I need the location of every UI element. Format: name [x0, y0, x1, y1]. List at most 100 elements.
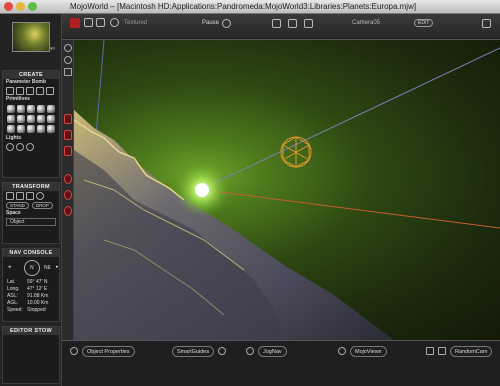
transform-section: TRANSFORM STAND DROP Space Object	[2, 182, 60, 244]
stand-drop-row: STAND DROP	[3, 201, 59, 210]
nav-row-long: Long. 47° 12' E	[3, 286, 59, 293]
cone-primitive-icon[interactable]	[27, 105, 35, 113]
select-tool-icon[interactable]	[70, 18, 80, 28]
smart-guides-button[interactable]: SmartGuides	[172, 346, 215, 357]
fly-tool-icon[interactable]	[96, 18, 105, 27]
jog-nav-button[interactable]: JogNav	[258, 346, 287, 357]
title-bar: MojoWorld – [Macintosh HD:Applications:P…	[0, 0, 500, 14]
camera-select[interactable]: Camera05	[352, 20, 380, 26]
stand-button[interactable]: STAND	[6, 202, 29, 209]
mojo-views-icon[interactable]	[338, 347, 346, 355]
camera-home-icon[interactable]	[304, 19, 313, 28]
object-properties-icon[interactable]	[70, 347, 78, 355]
wedge-primitive-icon[interactable]	[47, 115, 55, 123]
nav-console-section: NAV CONSOLE ◂ N NE ▸ Lat. 56° 47' N Long.…	[2, 248, 60, 322]
nav-console-title: NAV CONSOLE	[3, 249, 59, 257]
spot-light-icon[interactable]	[26, 143, 34, 151]
scale-tool-icon[interactable]	[26, 192, 34, 200]
render-mode-select[interactable]: Textured	[124, 20, 147, 26]
compass-n: N	[30, 265, 34, 271]
render-mode-icon[interactable]	[110, 18, 119, 27]
sun-light-object[interactable]	[195, 183, 209, 197]
lights-tools	[3, 142, 59, 152]
compass-ne: NE	[44, 265, 51, 271]
primitives-label: Primitives	[6, 96, 30, 102]
world-icon[interactable]	[64, 56, 72, 64]
pause-icon[interactable]	[222, 19, 231, 28]
rotate-tool-icon[interactable]	[16, 192, 24, 200]
move-tool-icon[interactable]	[6, 192, 14, 200]
nav-row-speed: Speed: Stopped	[3, 307, 59, 314]
close-window-button[interactable]	[4, 2, 13, 11]
tool-strip	[62, 40, 74, 340]
compass[interactable]: ◂ N NE ▸	[6, 259, 59, 277]
top-toolbar: Textured Pause Camera05 EDIT	[62, 14, 500, 40]
camera-sync-icon[interactable]	[272, 19, 281, 28]
compass-left-icon[interactable]: ◂	[8, 264, 11, 270]
3d-viewport[interactable]	[74, 40, 500, 340]
nav-key: AGL:	[7, 300, 19, 306]
compass-right-icon[interactable]: ▸	[56, 264, 59, 270]
atmosphere-m-icon[interactable]	[64, 190, 72, 200]
nav-key: Long.	[7, 286, 20, 292]
viewport-split-icon[interactable]	[438, 347, 446, 355]
transform-title: TRANSFORM	[3, 183, 59, 191]
thumbnail-menu-icon[interactable]: ▾≡	[50, 46, 55, 52]
planet-settings-icon[interactable]	[64, 146, 72, 156]
space-select[interactable]: Object	[6, 218, 56, 226]
torus-primitive-icon[interactable]	[7, 115, 15, 123]
texture-t-icon[interactable]	[64, 206, 72, 216]
preview-thumbnail[interactable]	[12, 22, 50, 52]
object-properties-button[interactable]: Object Properties	[82, 346, 135, 357]
jog-nav-icon[interactable]	[246, 347, 254, 355]
editor-stow-section[interactable]: EDITOR STOW	[2, 326, 60, 384]
primitives-grid	[3, 103, 59, 135]
bomb-tool-3-icon[interactable]	[26, 87, 34, 95]
orbit-tool-icon[interactable]	[36, 192, 44, 200]
disc-primitive-icon[interactable]	[37, 115, 45, 123]
bomb-tool-2-icon[interactable]	[16, 87, 24, 95]
cube-primitive-icon[interactable]	[17, 105, 25, 113]
pyramid-primitive-icon[interactable]	[17, 115, 25, 123]
mojo-views-button[interactable]: MojoViews	[350, 346, 387, 357]
tube-primitive-icon[interactable]	[27, 125, 35, 133]
nav-value: 56° 47' N	[27, 279, 48, 285]
nav-value: 91.88 Km	[27, 293, 49, 299]
zoom-window-button[interactable]	[28, 2, 37, 11]
bomb-tool-5-icon[interactable]	[46, 87, 54, 95]
bottom-bar: Object Properties SmartGuides JogNav Moj…	[62, 340, 500, 386]
edit-camera-button[interactable]: EDIT	[414, 19, 434, 27]
drop-button[interactable]: DROP	[31, 202, 53, 209]
nav-value: Stopped	[27, 307, 46, 313]
sphere-primitive-icon[interactable]	[7, 105, 15, 113]
nav-key: ASL:	[7, 293, 18, 299]
minimize-window-button[interactable]	[16, 2, 25, 11]
toolbar-menu-icon[interactable]	[482, 19, 491, 28]
walk-tool-icon[interactable]	[84, 18, 93, 27]
cylinder-primitive-icon[interactable]	[37, 105, 45, 113]
camera-move-icon[interactable]	[288, 19, 297, 28]
layers-icon[interactable]	[64, 68, 72, 76]
terrain-settings-icon[interactable]	[64, 130, 72, 140]
sun-light-icon[interactable]	[16, 143, 24, 151]
plane-primitive-icon[interactable]	[47, 105, 55, 113]
prism-primitive-icon[interactable]	[17, 125, 25, 133]
smart-guides-toggle-icon[interactable]	[218, 347, 226, 355]
star-primitive-icon[interactable]	[37, 125, 45, 133]
gem-primitive-icon[interactable]	[47, 125, 55, 133]
viewport-layout-icon[interactable]	[426, 347, 434, 355]
sun-settings-icon[interactable]	[64, 114, 72, 124]
bomb-tool-1-icon[interactable]	[6, 87, 14, 95]
random-cam-button[interactable]: RandomCam	[450, 346, 493, 357]
nav-row-agl: AGL: 10.00 Km	[3, 300, 59, 307]
geodesic-sphere-gizmo[interactable]	[280, 136, 312, 168]
capsule-primitive-icon[interactable]	[27, 115, 35, 123]
globe-view-icon[interactable]	[64, 44, 72, 52]
ring-primitive-icon[interactable]	[7, 125, 15, 133]
point-light-icon[interactable]	[6, 143, 14, 151]
pause-button[interactable]: Pause	[202, 20, 219, 26]
bomb-tool-4-icon[interactable]	[36, 87, 44, 95]
create-section: CREATE Parameter Bomb Primitives Lights	[2, 70, 60, 178]
nav-row-asl: ASL: 91.88 Km	[3, 293, 59, 300]
atmosphere-e-icon[interactable]	[64, 174, 72, 184]
